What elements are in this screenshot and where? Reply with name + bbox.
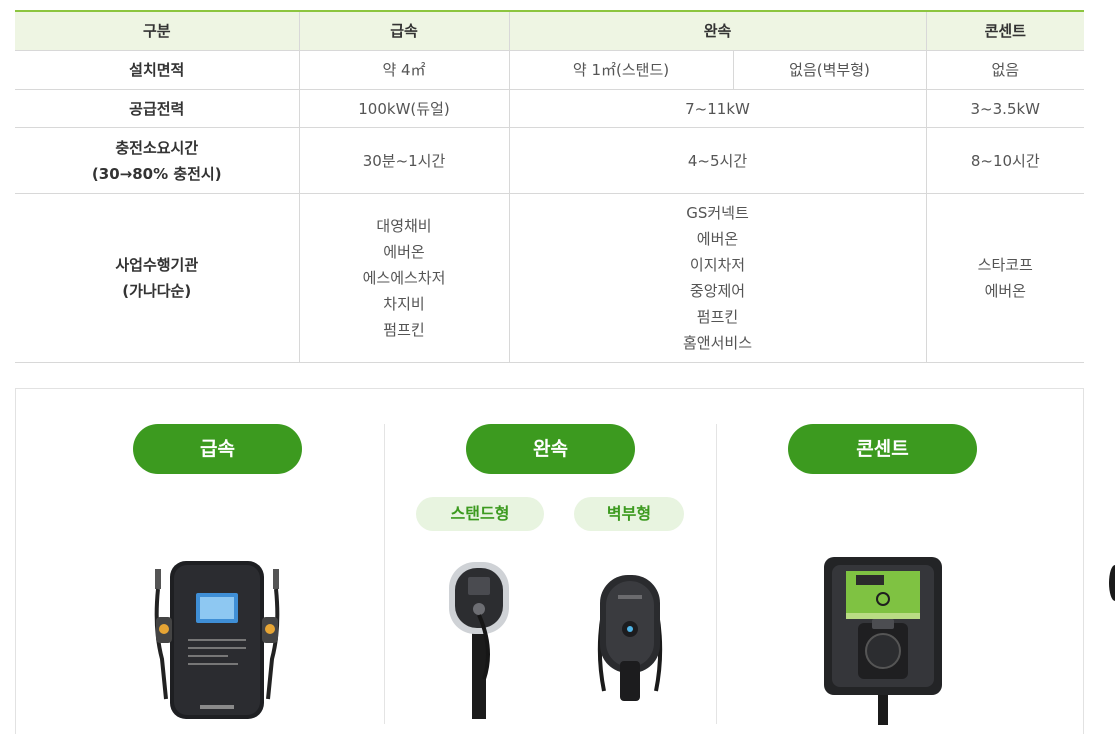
cell-area-slow-stand: 약 1㎡(스탠드) [509, 50, 734, 90]
charger-spec-table: 구분 급속 완속 콘센트 설치면적 약 4㎡ 약 1㎡(스탠드) 없음(벽부형)… [15, 10, 1085, 363]
table-header-row: 구분 급속 완속 콘센트 [15, 10, 1085, 51]
cell-agencies-outlet: 스타코프 에버온 [926, 193, 1085, 363]
cell-power-outlet: 3~3.5kW [926, 89, 1085, 128]
list-item: 대영채비 [376, 217, 432, 235]
header-category: 구분 [15, 10, 300, 51]
row-label-time: 충전소요시간 (30→80% 충전시) [15, 127, 300, 194]
list-item: 차지비 [383, 295, 425, 313]
fast-charger-image [154, 561, 280, 719]
list-item: 펌프킨 [696, 308, 739, 326]
stand-charger-image [449, 562, 509, 719]
panel-divider [716, 424, 717, 724]
scroll-edge-indicator [1109, 565, 1115, 601]
list-item: GS커넥트 [686, 204, 749, 222]
table-row-area: 설치면적 약 4㎡ 약 1㎡(스탠드) 없음(벽부형) 없음 [15, 50, 1085, 90]
charger-image-panel: 급속 완속 콘센트 스탠드형 벽부형 [15, 388, 1084, 734]
list-item: 에버온 [383, 243, 425, 261]
fast-charger-label: 급속 [133, 424, 302, 474]
table-row-agencies: 사업수행기관 (가나다순) 대영채비 에버온 에스에스차저 차지비 펌프킨 GS… [15, 193, 1085, 363]
row-label-agencies: 사업수행기관 (가나다순) [15, 193, 300, 363]
cell-area-fast: 약 4㎡ [299, 50, 510, 90]
header-slow: 완속 [509, 10, 927, 51]
stand-type-label: 스탠드형 [416, 497, 544, 531]
cell-time-fast: 30분~1시간 [299, 127, 510, 194]
row-label-time-line2: (30→80% 충전시) [91, 164, 222, 183]
list-item: 에버온 [696, 230, 739, 248]
outlet-charger-label: 콘센트 [788, 424, 977, 474]
cell-time-outlet: 8~10시간 [926, 127, 1085, 194]
list-item: 이지차저 [689, 256, 746, 274]
cell-time-slow: 4~5시간 [509, 127, 927, 194]
cell-agencies-fast: 대영채비 에버온 에스에스차저 차지비 펌프킨 [299, 193, 510, 363]
list-item: 펌프킨 [383, 321, 425, 339]
cell-agencies-slow: GS커넥트 에버온 이지차저 중앙제어 펌프킨 홈앤서비스 [509, 193, 927, 363]
header-fast: 급속 [299, 10, 510, 51]
list-item: 중앙제어 [689, 282, 746, 300]
row-label-time-line1: 충전소요시간 [115, 138, 199, 157]
wall-type-label: 벽부형 [574, 497, 684, 531]
table-row-time: 충전소요시간 (30→80% 충전시) 30분~1시간 4~5시간 8~10시간 [15, 127, 1085, 194]
cell-area-outlet: 없음 [926, 50, 1085, 90]
list-item: 스타코프 [977, 256, 1033, 274]
row-label-agencies-line2: (가나다순) [122, 282, 192, 300]
table-row-power: 공급전력 100kW(듀얼) 7~11kW 3~3.5kW [15, 89, 1085, 128]
row-label-power: 공급전력 [15, 89, 300, 128]
wall-charger-image [597, 575, 663, 701]
list-item: 홈앤서비스 [683, 334, 753, 352]
list-item: 에스에스차저 [362, 269, 446, 287]
header-outlet: 콘센트 [926, 10, 1085, 51]
cell-power-slow: 7~11kW [509, 89, 927, 128]
list-item: 에버온 [984, 282, 1026, 300]
outlet-charger-image [824, 557, 942, 725]
row-label-area: 설치면적 [15, 50, 300, 90]
row-label-agencies-line1: 사업수행기관 [115, 256, 199, 274]
cell-power-fast: 100kW(듀얼) [299, 89, 510, 128]
slow-charger-label: 완속 [466, 424, 635, 474]
cell-area-slow-wall: 없음(벽부형) [733, 50, 927, 90]
panel-divider [384, 424, 385, 724]
